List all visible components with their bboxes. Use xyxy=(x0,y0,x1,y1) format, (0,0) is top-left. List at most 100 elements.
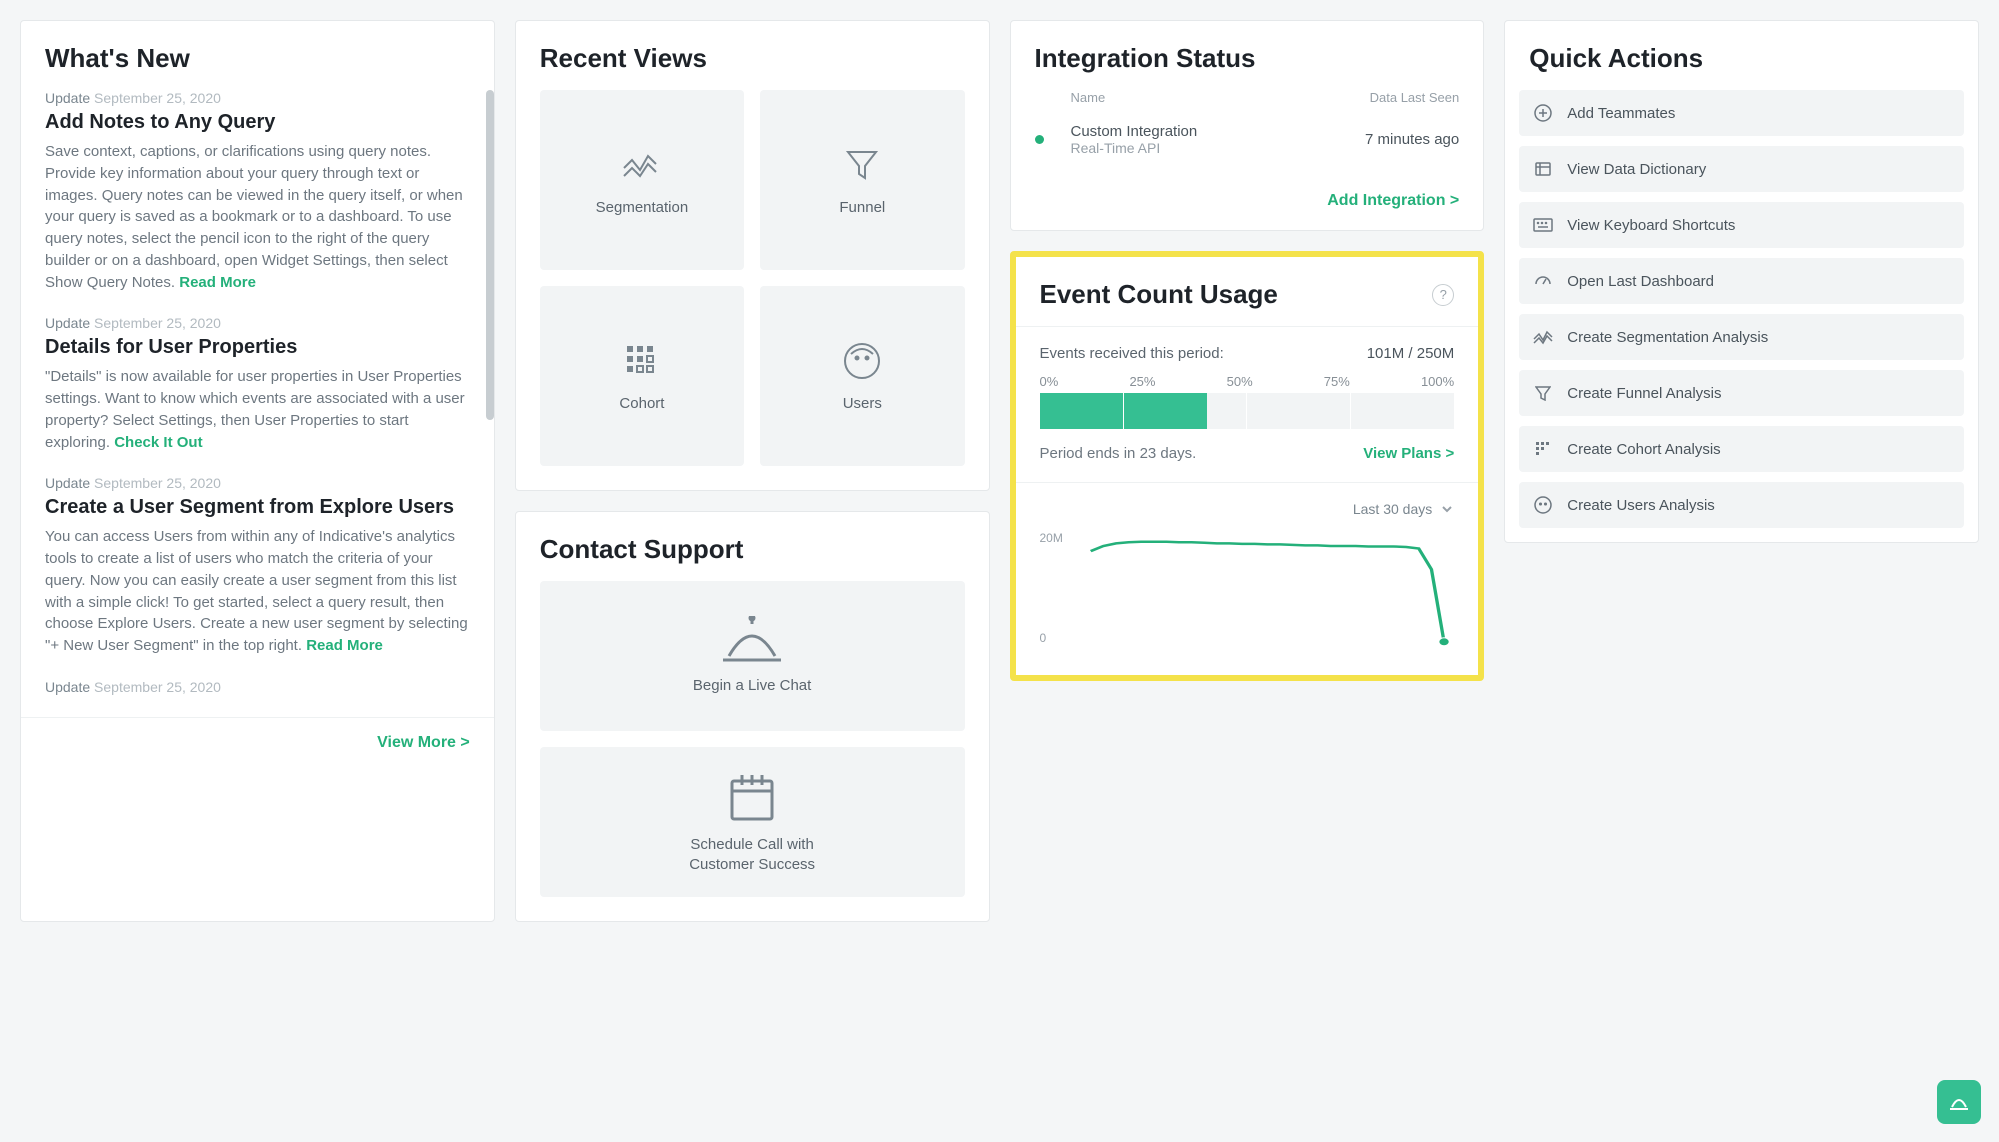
date-range-selector[interactable]: Last 30 days xyxy=(1040,501,1455,517)
recent-view-funnel[interactable]: Funnel xyxy=(760,90,964,270)
usage-bar xyxy=(1040,393,1455,429)
recent-views-title: Recent Views xyxy=(516,21,989,90)
update-title: Add Notes to Any Query xyxy=(45,110,470,135)
qa-label: Create Users Analysis xyxy=(1567,497,1715,514)
whats-new-item: Update September 25, 2020 Details for Us… xyxy=(45,315,470,453)
qa-label: View Data Dictionary xyxy=(1567,161,1706,178)
chevron-down-icon xyxy=(1440,502,1454,516)
qa-label: View Keyboard Shortcuts xyxy=(1567,217,1735,234)
scrollbar-thumb[interactable] xyxy=(486,90,494,420)
update-tag: Update xyxy=(45,90,90,106)
tile-label: Users xyxy=(843,395,882,412)
range-label: Last 30 days xyxy=(1353,501,1432,517)
quick-actions-card: Quick Actions Add Teammates View Data Di… xyxy=(1504,20,1979,543)
qa-add-teammates[interactable]: Add Teammates xyxy=(1519,90,1964,136)
update-date: September 25, 2020 xyxy=(94,90,221,106)
whats-new-footer: View More > xyxy=(21,717,494,768)
whats-new-item: Update September 25, 2020 xyxy=(45,679,470,695)
recent-view-users[interactable]: Users xyxy=(760,286,964,466)
events-value: 101M / 250M xyxy=(1367,345,1455,362)
update-tag: Update xyxy=(45,315,90,331)
qa-view-data-dictionary[interactable]: View Data Dictionary xyxy=(1519,146,1964,192)
check-it-out-link[interactable]: Check It Out xyxy=(114,434,202,451)
whats-new-item: Update September 25, 2020 Add Notes to A… xyxy=(45,90,470,293)
tile-label: Cohort xyxy=(619,395,664,412)
funnel-icon xyxy=(842,145,882,185)
plus-circle-icon xyxy=(1533,103,1553,123)
tile-label: Begin a Live Chat xyxy=(693,676,811,696)
update-date: September 25, 2020 xyxy=(94,679,221,695)
integration-row[interactable]: Custom Integration Real-Time API 7 minut… xyxy=(1011,113,1484,166)
funnel-icon xyxy=(1533,383,1553,403)
tile-label: Funnel xyxy=(839,199,885,216)
table-header: Name Data Last Seen xyxy=(1011,90,1484,113)
users-icon xyxy=(1533,495,1553,515)
qa-create-users[interactable]: Create Users Analysis xyxy=(1519,482,1964,528)
y-tick-label: 20M xyxy=(1040,531,1063,545)
whats-new-title: What's New xyxy=(21,21,494,90)
bell-icon xyxy=(1948,1093,1970,1111)
recent-views-card: Recent Views Segmentation xyxy=(515,20,990,491)
cohort-icon xyxy=(1533,439,1553,459)
schedule-call-tile[interactable]: Schedule Call with Customer Success xyxy=(540,747,965,897)
read-more-link[interactable]: Read More xyxy=(179,274,256,291)
col-name-header: Name xyxy=(1071,90,1370,105)
col-data-header: Data Last Seen xyxy=(1370,90,1460,105)
update-tag: Update xyxy=(45,475,90,491)
usage-fill xyxy=(1040,393,1208,429)
status-dot-icon xyxy=(1035,135,1044,144)
segmentation-icon xyxy=(622,145,662,185)
y-tick-label: 0 xyxy=(1040,631,1047,645)
update-body: "Details" is now available for user prop… xyxy=(45,366,470,453)
contact-support-title: Contact Support xyxy=(516,512,989,581)
whats-new-list[interactable]: Update September 25, 2020 Add Notes to A… xyxy=(21,90,494,717)
add-integration-link[interactable]: Add Integration > xyxy=(1327,192,1459,209)
whats-new-card: What's New Update September 25, 2020 Add… xyxy=(20,20,495,922)
tile-label: Segmentation xyxy=(596,199,689,216)
update-title: Details for User Properties xyxy=(45,335,470,360)
update-body: You can access Users from within any of … xyxy=(45,526,470,657)
events-label: Events received this period: xyxy=(1040,345,1224,362)
whats-new-item: Update September 25, 2020 Create a User … xyxy=(45,475,470,657)
segmentation-icon xyxy=(1533,327,1553,347)
integration-time: 7 minutes ago xyxy=(1365,131,1459,148)
users-icon xyxy=(842,341,882,381)
integration-name: Custom Integration xyxy=(1071,123,1366,140)
event-usage-title: Event Count Usage xyxy=(1040,279,1278,310)
update-body: Save context, captions, or clarification… xyxy=(45,141,470,293)
view-plans-link[interactable]: View Plans > xyxy=(1363,445,1454,462)
integration-sub: Real-Time API xyxy=(1071,140,1366,156)
keyboard-icon xyxy=(1533,215,1553,235)
live-chat-tile[interactable]: Begin a Live Chat xyxy=(540,581,965,731)
recent-view-cohort[interactable]: Cohort xyxy=(540,286,744,466)
qa-create-funnel[interactable]: Create Funnel Analysis xyxy=(1519,370,1964,416)
cohort-icon xyxy=(622,341,662,381)
event-count-usage-card: Event Count Usage ? Events received this… xyxy=(1010,251,1485,681)
bell-icon xyxy=(717,616,787,666)
qa-label: Create Cohort Analysis xyxy=(1567,441,1720,458)
dictionary-icon xyxy=(1533,159,1553,179)
qa-open-last-dashboard[interactable]: Open Last Dashboard xyxy=(1519,258,1964,304)
update-tag: Update xyxy=(45,679,90,695)
qa-create-cohort[interactable]: Create Cohort Analysis xyxy=(1519,426,1964,472)
usage-ticks: 0% 25% 50% 75% 100% xyxy=(1040,374,1455,389)
update-title: Create a User Segment from Explore Users xyxy=(45,495,470,520)
qa-view-keyboard-shortcuts[interactable]: View Keyboard Shortcuts xyxy=(1519,202,1964,248)
qa-create-segmentation[interactable]: Create Segmentation Analysis xyxy=(1519,314,1964,360)
period-text: Period ends in 23 days. xyxy=(1040,445,1197,462)
read-more-link[interactable]: Read More xyxy=(306,637,383,654)
recent-view-segmentation[interactable]: Segmentation xyxy=(540,90,744,270)
usage-chart: 20M 0 xyxy=(1040,525,1455,655)
help-icon[interactable]: ? xyxy=(1432,284,1454,306)
qa-label: Add Teammates xyxy=(1567,105,1675,122)
qa-label: Create Segmentation Analysis xyxy=(1567,329,1768,346)
view-more-link[interactable]: View More > xyxy=(377,734,470,751)
calendar-icon xyxy=(724,769,780,825)
contact-support-card: Contact Support Begin a Live Chat xyxy=(515,511,990,922)
update-date: September 25, 2020 xyxy=(94,475,221,491)
qa-label: Open Last Dashboard xyxy=(1567,273,1714,290)
integration-status-card: Integration Status Name Data Last Seen C… xyxy=(1010,20,1485,231)
tile-label: Schedule Call with Customer Success xyxy=(689,835,815,876)
chat-fab-button[interactable] xyxy=(1937,1080,1981,1124)
dashboard-icon xyxy=(1533,271,1553,291)
